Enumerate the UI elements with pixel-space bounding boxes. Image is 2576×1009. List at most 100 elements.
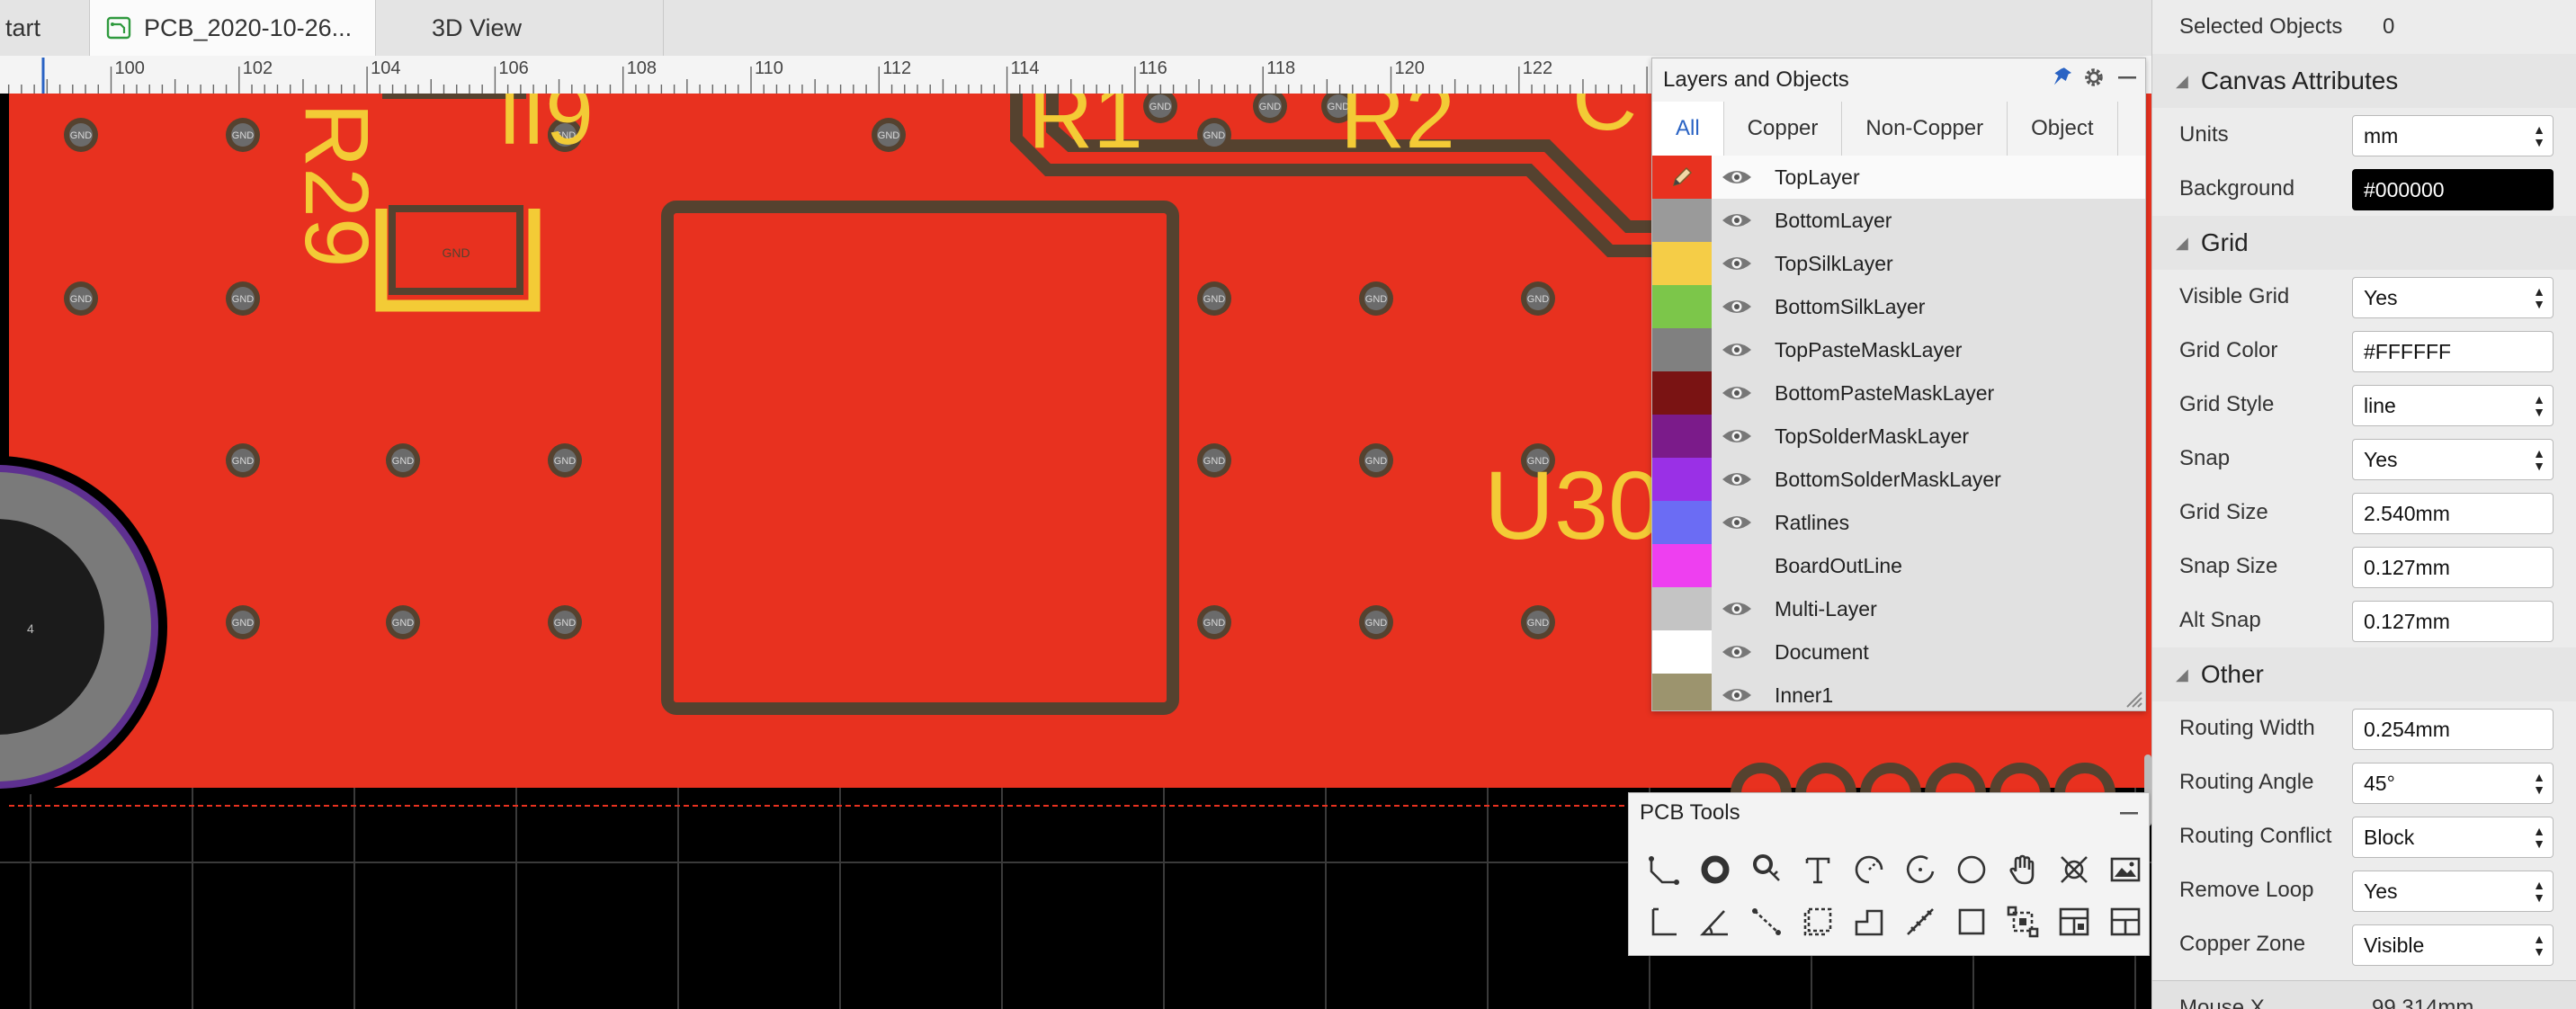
grid-style-select[interactable]: line ▲ ▼ [2352,385,2554,426]
visibility-eye-icon[interactable] [1721,168,1753,186]
tab-pcb-label: PCB_2020-10-26... [144,13,353,41]
layer-row-inner1[interactable]: Inner1 [1652,674,2145,710]
settings-gear-icon[interactable] [2082,66,2106,89]
tab-start[interactable]: tart [0,0,90,56]
layer-color-swatch[interactable] [1652,587,1712,630]
resize-grip-icon[interactable] [2122,687,2143,709]
visibility-eye-icon[interactable] [1721,211,1753,229]
visibility-eye-icon[interactable] [1721,600,1753,618]
remove-loop-row: Remove Loop Yes ▲ ▼ [2152,863,2576,917]
layer-row-multi-layer[interactable]: Multi-Layer [1652,587,2145,630]
layer-row-toplayer[interactable]: TopLayer [1652,156,2145,199]
tab-non-copper[interactable]: Non-Copper [1842,102,2008,156]
track-tool-button[interactable] [1638,844,1689,896]
visibility-eye-icon[interactable] [1721,513,1753,531]
arc-tool-button[interactable] [1843,844,1894,896]
layer-row-bottomsilklayer[interactable]: BottomSilkLayer [1652,285,2145,328]
copper-zone-value: Visible [2364,933,2425,957]
layer-color-swatch[interactable] [1652,415,1712,458]
snap-select[interactable]: Yes ▲ ▼ [2352,439,2554,480]
tab-copper[interactable]: Copper [1724,102,1843,156]
layer-color-swatch[interactable] [1652,199,1712,242]
layer-color-swatch[interactable] [1652,371,1712,415]
remove-loop-value: Yes [2364,879,2398,903]
tab-all[interactable]: All [1652,102,1724,156]
solid-region-tool-button[interactable] [1843,896,1894,948]
layer-color-swatch[interactable] [1652,501,1712,544]
layer-row-bottomlayer[interactable]: BottomLayer [1652,199,2145,242]
layer-color-swatch[interactable] [1652,544,1712,587]
connect-tool-button[interactable] [1740,896,1792,948]
visible-grid-select[interactable]: Yes ▲ ▼ [2352,277,2554,318]
via-tool-button[interactable] [1740,844,1792,896]
circle-tool-button[interactable] [1945,844,1997,896]
grid-color-field[interactable]: #FFFFFF [2352,331,2554,372]
layout-tool-button[interactable] [2099,896,2151,948]
layer-color-swatch[interactable] [1652,458,1712,501]
visibility-eye-icon[interactable] [1721,643,1753,661]
section-canvas-attributes[interactable]: ◢ Canvas Attributes [2152,54,2576,108]
line-tool-button[interactable] [1638,896,1689,948]
layer-row-document[interactable]: Document [1652,630,2145,674]
routing-angle-select[interactable]: 45° ▲ ▼ [2352,763,2554,804]
layer-row-topsilklayer[interactable]: TopSilkLayer [1652,242,2145,285]
pan-hand-tool-button[interactable] [1997,844,2048,896]
layer-row-topsoldermasklayer[interactable]: TopSolderMaskLayer [1652,415,2145,458]
tab-3d-view[interactable]: 3D View [376,0,664,56]
tab-object[interactable]: Object [2008,102,2118,156]
layer-color-swatch[interactable] [1652,242,1712,285]
visibility-eye-icon[interactable] [1721,298,1753,316]
routing-conflict-select[interactable]: Block ▲ ▼ [2352,817,2554,858]
routing-width-input[interactable]: 0.254mm [2352,709,2554,750]
pad-tool-button[interactable] [1689,844,1740,896]
layer-row-bottomsoldermasklayer[interactable]: BottomSolderMaskLayer [1652,458,2145,501]
minimize-icon[interactable] [2116,67,2138,88]
tab-pcb[interactable]: PCB_2020-10-26... [90,0,376,56]
layer-color-swatch[interactable] [1652,630,1712,674]
snap-size-input[interactable]: 0.127mm [2352,547,2554,588]
visibility-eye-icon[interactable] [1721,686,1753,704]
layer-row-ratlines[interactable]: Ratlines [1652,501,2145,544]
angle-dimension-tool-button[interactable] [1689,896,1740,948]
gnd-pad-label: GND [70,294,93,305]
solid-region-icon [1855,909,1883,936]
silk-c: C [1572,94,1637,149]
ruler-label: 106 [498,58,528,78]
gnd-pad-label: GND [1527,618,1550,629]
units-select[interactable]: mm ▲ ▼ [2352,115,2554,156]
section-other[interactable]: ◢ Other [2152,647,2576,701]
minimize-icon[interactable] [2118,802,2140,824]
remove-loop-select[interactable]: Yes ▲ ▼ [2352,871,2554,912]
copper-area-tool-button[interactable] [1792,896,1843,948]
component-tool-button[interactable] [2048,896,2099,948]
section-grid[interactable]: ◢ Grid [2152,216,2576,270]
layer-row-bottompastemasklayer[interactable]: BottomPasteMaskLayer [1652,371,2145,415]
grid-size-input[interactable]: 2.540mm [2352,493,2554,534]
layer-color-swatch[interactable] [1652,328,1712,371]
gnd-pad-label: GND [1365,618,1388,629]
alt-snap-input[interactable]: 0.127mm [2352,601,2554,642]
visibility-eye-icon[interactable] [1721,341,1753,359]
pin-icon[interactable] [2050,66,2071,89]
layer-color-swatch[interactable] [1652,674,1712,710]
layer-color-swatch[interactable] [1652,156,1712,199]
measure-tool-button[interactable] [1894,896,1945,948]
background-color-field[interactable]: #000000 [2352,169,2554,210]
hole-tool-button[interactable] [2048,844,2099,896]
visibility-eye-icon[interactable] [1721,384,1753,402]
layer-row-toppastemasklayer[interactable]: TopPasteMaskLayer [1652,328,2145,371]
copper-zone-select[interactable]: Visible ▲ ▼ [2352,924,2554,966]
visibility-eye-icon[interactable] [1721,427,1753,445]
layer-color-swatch[interactable] [1652,285,1712,328]
circle-arc-tool-button[interactable] [1894,844,1945,896]
image-tool-button[interactable] [2099,844,2151,896]
group-tool-button[interactable] [1997,896,2048,948]
angle-dimension-icon [1699,910,1728,936]
layer-row-boardoutline[interactable]: BoardOutLine [1652,544,2145,587]
text-tool-button[interactable] [1792,844,1843,896]
connect-icon [1751,908,1781,935]
rectangle-tool-button[interactable] [1945,896,1997,948]
ruler-label: 114 [1011,58,1040,78]
visibility-eye-icon[interactable] [1721,254,1753,272]
visibility-eye-icon[interactable] [1721,470,1753,488]
